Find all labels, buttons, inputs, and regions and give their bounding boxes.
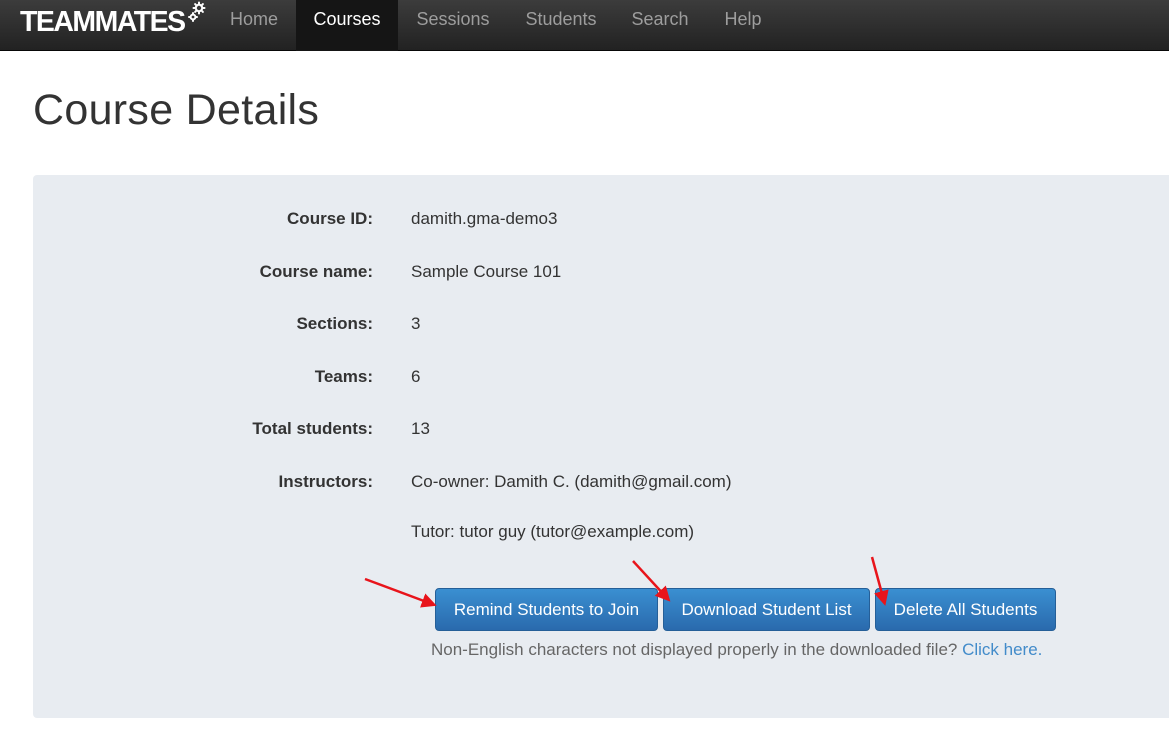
course-details-panel [33, 175, 1169, 718]
delete-all-students-button[interactable]: Delete All Students [875, 588, 1056, 631]
nav-sessions-label: Sessions [416, 9, 490, 29]
course-id-label: Course ID: [287, 209, 373, 228]
nav-students[interactable]: Students [508, 0, 614, 51]
encoding-help-message: Non-English characters not displayed pro… [431, 640, 963, 659]
teams-value: 6 [411, 367, 421, 386]
course-name-label: Course name: [259, 262, 373, 281]
top-navbar: TEAMMATES Home Courses Sessions Students… [0, 0, 1169, 51]
encoding-help-text: Non-English characters not displayed pro… [431, 640, 1042, 660]
sections-label: Sections: [296, 314, 373, 333]
course-id-value: damith.gma-demo3 [411, 209, 558, 228]
sections-value: 3 [411, 314, 421, 333]
teams-label: Teams: [314, 367, 373, 386]
instructors-label: Instructors: [278, 472, 373, 491]
page-title: Course Details [33, 86, 320, 134]
nav-home-label: Home [229, 9, 278, 29]
nav-courses-label: Courses [313, 9, 381, 29]
nav-courses[interactable]: Courses [296, 0, 398, 51]
nav-help-label: Help [724, 9, 762, 29]
instructor-coowner: Co-owner: Damith C. (damith@gmail.com) [411, 472, 732, 491]
total-students-label: Total students: [252, 419, 373, 438]
click-here-link[interactable]: Click here. [962, 640, 1042, 659]
nav-search[interactable]: Search [616, 0, 704, 51]
instructor-tutor: Tutor: tutor guy (tutor@example.com) [411, 522, 695, 541]
nav-home[interactable]: Home [214, 0, 294, 51]
gears-icon [186, 1, 208, 25]
download-student-list-button[interactable]: Download Student List [663, 588, 870, 631]
brand-text: TEAMMATES [20, 6, 186, 38]
nav-sessions[interactable]: Sessions [400, 0, 506, 51]
nav-search-label: Search [631, 9, 689, 29]
course-name-value: Sample Course 101 [411, 262, 562, 281]
nav-students-label: Students [525, 9, 597, 29]
total-students-value: 13 [411, 419, 430, 438]
remind-students-button[interactable]: Remind Students to Join [435, 588, 658, 631]
nav-help[interactable]: Help [706, 0, 780, 51]
brand-logo[interactable]: TEAMMATES [20, 1, 208, 42]
